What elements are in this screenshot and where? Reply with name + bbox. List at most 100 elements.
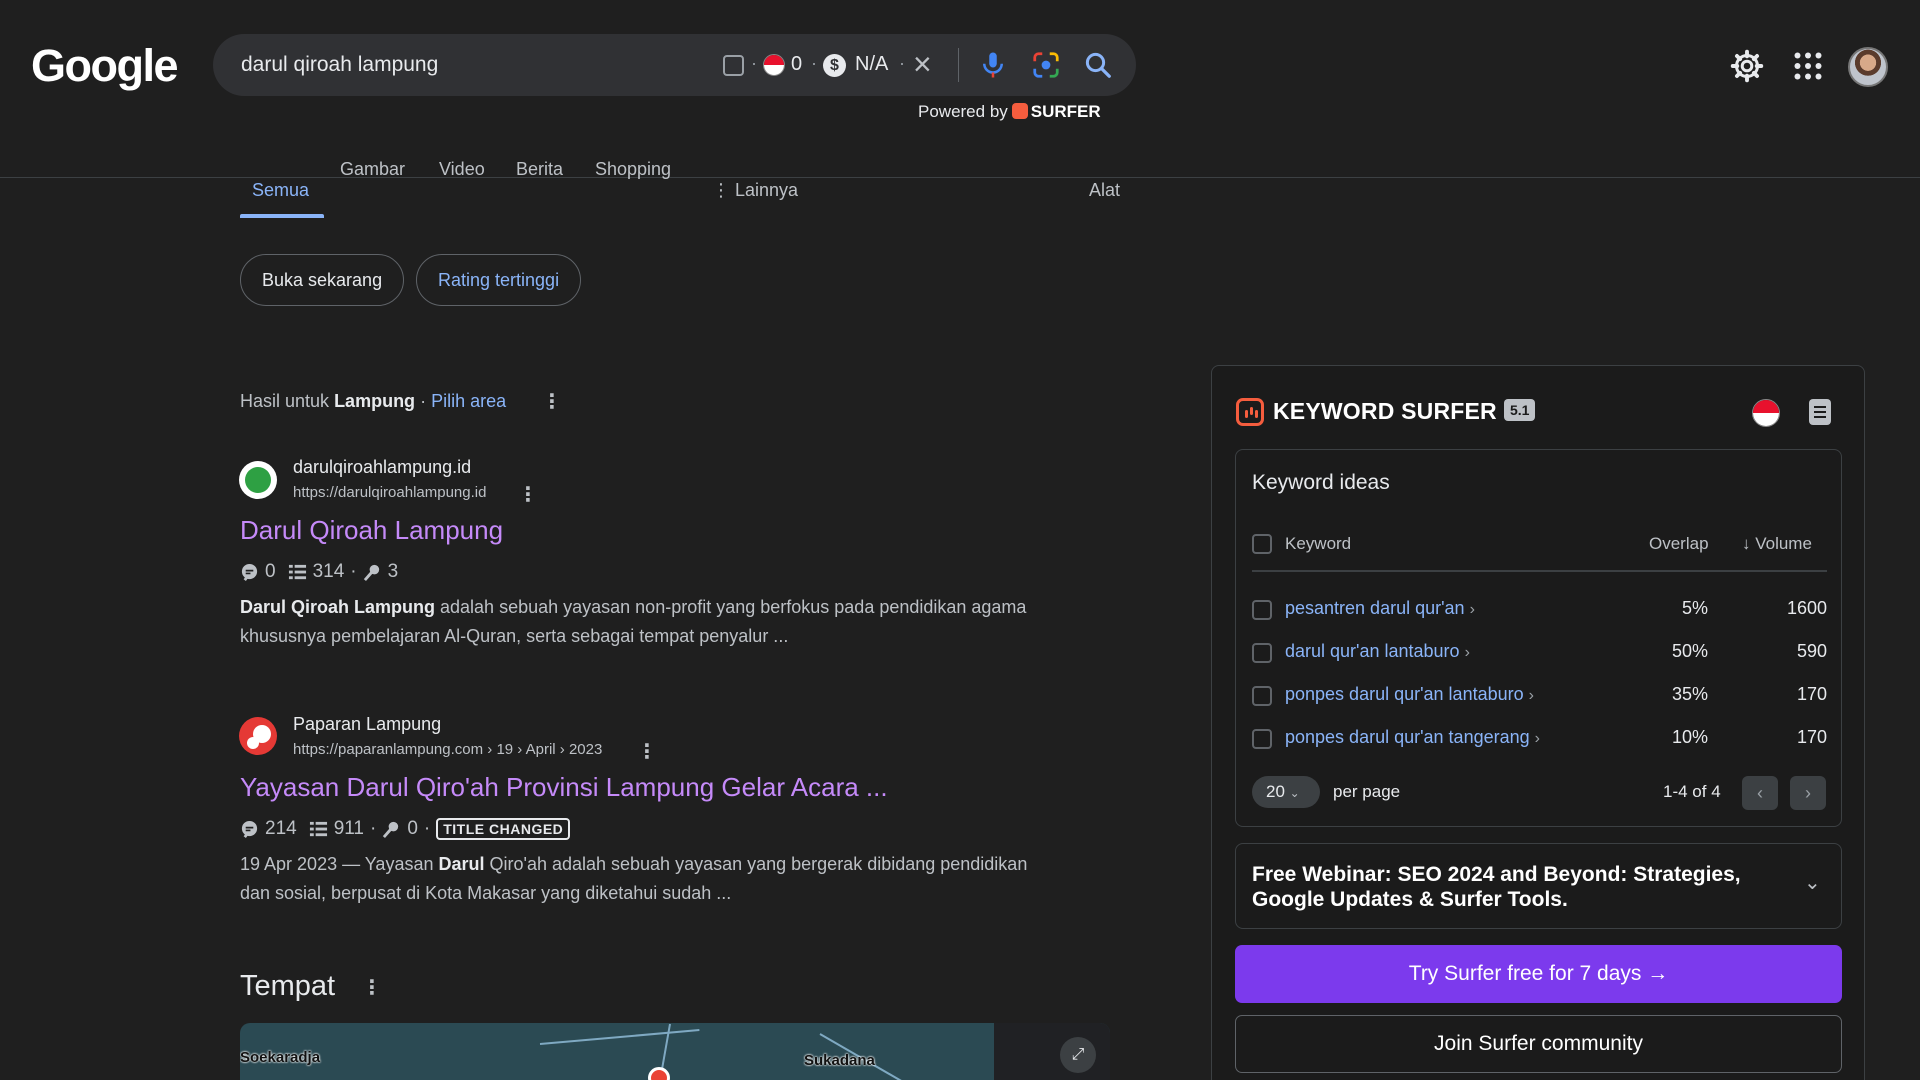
map-label: Soekaradja <box>240 1049 321 1066</box>
google-logo[interactable]: Google <box>31 40 179 92</box>
list-icon <box>309 821 327 836</box>
surfer-brand: SURFER <box>1030 102 1101 121</box>
title-changed-badge: TITLE CHANGED <box>436 818 571 840</box>
result-title-link[interactable]: Darul Qiroah Lampung <box>240 515 503 546</box>
search-input[interactable]: darul qiroah lampung <box>241 53 438 77</box>
more-vert-icon: ⋮ <box>712 180 736 200</box>
places-heading: Tempat <box>240 970 336 1002</box>
col-volume[interactable]: ↓ Volume <box>1742 534 1812 554</box>
places-map[interactable]: Soekaradja Sukadana ⤢ <box>240 1023 1110 1080</box>
join-community-button[interactable]: Join Surfer community <box>1235 1015 1842 1073</box>
keyword-volume: 590 <box>1796 641 1827 661</box>
separator-dot: · <box>370 818 377 839</box>
per-page-value: 20 <box>1266 782 1285 801</box>
row-checkbox[interactable] <box>1252 729 1272 749</box>
col-keyword: Keyword <box>1285 534 1352 553</box>
indonesia-flag-icon <box>763 54 785 76</box>
chip-top-rated[interactable]: Rating tertinggi <box>416 254 582 306</box>
tab-semua[interactable]: Semua <box>252 180 309 201</box>
result-metrics: 0 314 · 3 <box>240 561 398 583</box>
key-icon <box>363 564 379 581</box>
chevron-down-icon: ⌄ <box>1289 786 1300 800</box>
separator-dot: · <box>423 818 431 839</box>
keyword-overlap: 50% <box>1671 641 1708 661</box>
keyword-row: ponpes darul qur'an tangerang › 10% 170 <box>1236 717 1843 760</box>
country-flag-button[interactable] <box>1752 399 1780 427</box>
keyword-volume: 170 <box>1796 727 1827 747</box>
tab-video[interactable]: Video <box>439 159 485 180</box>
webinar-accordion[interactable]: Free Webinar: SEO 2024 and Beyond: Strat… <box>1235 843 1842 929</box>
per-page-select[interactable]: 20 ⌄ <box>1252 776 1320 808</box>
row-checkbox[interactable] <box>1252 600 1272 620</box>
result-metrics: 214 911 · 0 · TITLE CHANGED <box>240 818 571 840</box>
surfer-select-checkbox[interactable] <box>723 55 744 76</box>
result-url[interactable]: https://darulqiroahlampung.id <box>293 484 486 501</box>
divider <box>958 48 959 82</box>
tab-gambar[interactable]: Gambar <box>340 159 405 180</box>
places-more-icon[interactable]: ⋮ <box>362 978 382 998</box>
result-snippet: Darul Qiroah Lampung adalah sebuah yayas… <box>240 593 1040 651</box>
chevron-right-icon: › <box>1464 644 1470 661</box>
keyword-ideas-card: Keyword ideas Keyword Overlap ↓ Volume p… <box>1235 449 1842 827</box>
keyword-overlap: 35% <box>1671 684 1708 704</box>
keyword-overlap: 10% <box>1671 727 1708 747</box>
row-checkbox[interactable] <box>1252 643 1272 663</box>
keyword-volume: 170 <box>1796 684 1827 704</box>
keyword-link[interactable]: ponpes darul qur'an tangerang › <box>1285 727 1540 748</box>
search-icon[interactable] <box>1083 50 1113 80</box>
notes-icon[interactable] <box>1809 399 1831 425</box>
separator-dot: · <box>751 53 757 73</box>
account-avatar[interactable] <box>1848 47 1888 87</box>
keyword-text: pesantren darul qur'an <box>1285 598 1465 618</box>
result-more-icon[interactable]: ⋮ <box>518 485 538 505</box>
choose-area-link[interactable]: Pilih area <box>431 391 506 411</box>
keyword-ideas-heading: Keyword ideas <box>1252 471 1390 494</box>
keyword-link[interactable]: ponpes darul qur'an lantaburo › <box>1285 684 1534 705</box>
expand-map-icon[interactable]: ⤢ <box>1060 1037 1096 1073</box>
try-surfer-button[interactable]: Try Surfer free for 7 days → <box>1235 945 1842 1003</box>
microphone-icon[interactable] <box>978 50 1008 80</box>
col-overlap[interactable]: Overlap <box>1649 534 1709 554</box>
metric-2: 314 <box>312 561 345 582</box>
keyword-surfer-logo-icon <box>1236 398 1264 426</box>
next-page-button[interactable]: › <box>1790 776 1826 810</box>
key-icon <box>383 821 399 838</box>
tab-shopping[interactable]: Shopping <box>595 159 671 180</box>
keyword-text: ponpes darul qur'an tangerang <box>1285 727 1530 747</box>
tools-button[interactable]: Alat <box>1089 180 1120 201</box>
location-line: Hasil untuk Lampung · Pilih area <box>240 391 506 412</box>
search-bar[interactable]: darul qiroah lampung · 0 · $ N/A · × <box>213 34 1136 96</box>
tab-berita[interactable]: Berita <box>516 159 563 180</box>
apps-grid-icon[interactable] <box>1790 48 1826 84</box>
location-prefix: Hasil untuk <box>240 391 330 411</box>
tab-more[interactable]: ⋮ Lainnya <box>712 180 798 201</box>
keyword-link[interactable]: darul qur'an lantaburo › <box>1285 641 1470 662</box>
lens-icon[interactable] <box>1031 50 1061 80</box>
result-title-link[interactable]: Yayasan Darul Qiro'ah Provinsi Lampung G… <box>240 772 888 803</box>
more-options-icon[interactable]: ⋮ <box>542 392 562 412</box>
keyword-link[interactable]: pesantren darul qur'an › <box>1285 598 1475 619</box>
row-checkbox[interactable] <box>1252 686 1272 706</box>
prev-page-button[interactable]: ‹ <box>1742 776 1778 810</box>
select-all-checkbox[interactable] <box>1252 534 1272 554</box>
result-more-icon[interactable]: ⋮ <box>637 742 657 762</box>
metric-3: 0 <box>407 818 418 839</box>
chevron-right-icon: › <box>1528 687 1534 704</box>
clear-icon[interactable]: × <box>913 46 932 82</box>
metric-1: 0 <box>265 561 276 582</box>
map-label: Sukadana <box>804 1052 875 1069</box>
location-separator: · <box>420 391 427 411</box>
settings-gear-icon[interactable] <box>1729 48 1765 84</box>
result-url[interactable]: https://paparanlampung.com › 19 › April … <box>293 741 602 758</box>
metric-1: 214 <box>265 818 297 839</box>
separator-dot: · <box>811 53 817 73</box>
map-pin-icon[interactable] <box>648 1067 670 1080</box>
result-site-name[interactable]: darulqiroahlampung.id <box>293 457 471 478</box>
chip-open-now[interactable]: Buka sekarang <box>240 254 405 306</box>
powered-by-surfer[interactable]: Powered by SURFER <box>918 102 1101 122</box>
site-favicon <box>239 717 277 755</box>
search-metric-count: 0 <box>791 53 803 75</box>
result-site-name[interactable]: Paparan Lampung <box>293 714 441 735</box>
chevron-down-icon[interactable]: ⌄ <box>1804 870 1821 895</box>
surfer-logo-icon <box>1011 103 1028 119</box>
